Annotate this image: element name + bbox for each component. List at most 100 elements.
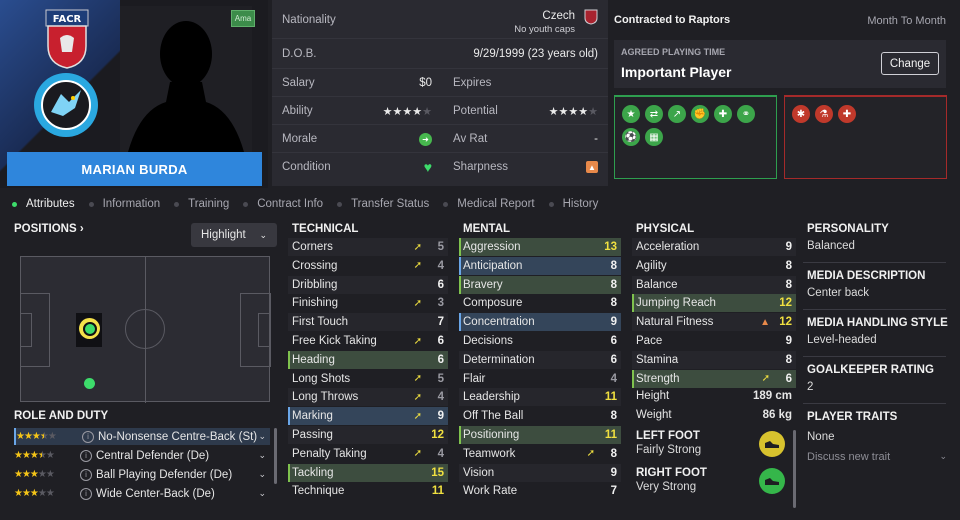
attribute-value: 9 — [610, 466, 617, 479]
right-foot-label: RIGHT FOOT — [636, 467, 707, 479]
role-row[interactable]: ★★★★★ i Central Defender (De) ⌄ — [14, 447, 270, 464]
mental-attribute-row[interactable]: Anticipation 8 — [459, 256, 621, 275]
position-secondary-dot[interactable] — [84, 378, 95, 389]
mental-attribute-row[interactable]: Off The Ball 8 — [459, 407, 621, 425]
technical-attribute-row[interactable]: First Touch 7 — [288, 313, 448, 332]
star-trait-icon[interactable]: ★ — [622, 105, 640, 123]
info-icon[interactable]: i — [80, 468, 92, 481]
nationality-value: Czech — [542, 10, 575, 22]
change-button[interactable]: Change — [881, 52, 939, 75]
tab-label: History — [562, 198, 599, 210]
attribute-name: Leadership — [463, 391, 520, 404]
info-icon[interactable]: i — [82, 430, 94, 443]
chevron-down-icon[interactable]: ⌄ — [258, 469, 266, 480]
condition-row: Condition ♥ — [272, 154, 442, 180]
highlight-dropdown[interactable]: Highlight ⌄ — [191, 223, 277, 247]
trend-trait-icon[interactable]: ↗ — [668, 105, 686, 123]
physical-attribute-row[interactable]: Agility 8 — [632, 257, 796, 275]
physical-attribute-row[interactable]: Jumping Reach 12 — [632, 294, 796, 313]
mental-attribute-row[interactable]: Bravery 8 — [459, 275, 621, 294]
technical-attribute-row[interactable]: Penalty Taking ➚ 4 — [288, 445, 448, 463]
bandage-weak-icon[interactable]: ✚ — [838, 105, 856, 123]
condition-label: Condition — [282, 161, 331, 173]
player-profile-screen: FACR Ama MARIAN BURDA Nationality Czech … — [0, 0, 960, 520]
attribute-name: Penalty Taking — [292, 447, 367, 460]
mental-attribute-row[interactable]: Concentration 9 — [459, 313, 621, 332]
discuss-trait-button[interactable]: Discuss new trait ⌄ — [807, 451, 947, 463]
info-icon[interactable]: i — [80, 487, 92, 500]
ability-row: Ability ★★★★★ — [272, 98, 442, 124]
technical-attribute-row[interactable]: Tackling 15 — [288, 463, 448, 482]
technical-attribute-row[interactable]: Corners ➚ 5 — [288, 238, 448, 256]
tab-dot — [12, 201, 17, 207]
warning-arrow-icon: ▲ — [760, 316, 770, 328]
sharpness-label: Sharpness — [453, 161, 508, 173]
scoreboard-trait-icon[interactable]: ▦ — [645, 128, 663, 146]
physical-attribute-row[interactable]: Pace 9 — [632, 332, 796, 350]
position-cb-marker[interactable] — [79, 318, 100, 339]
tab-attributes[interactable]: Attributes — [12, 198, 75, 210]
tab-training[interactable]: Training — [174, 198, 229, 210]
technical-attribute-row[interactable]: Free Kick Taking ➚ 6 — [288, 332, 448, 350]
positions-label[interactable]: POSITIONS › — [14, 223, 84, 235]
player-silhouette — [120, 6, 252, 152]
physical-attribute-row[interactable]: Stamina 8 — [632, 350, 796, 369]
technical-attribute-row[interactable]: Heading 6 — [288, 350, 448, 369]
chevron-down-icon[interactable]: ⌄ — [258, 488, 266, 499]
mental-attribute-row[interactable]: Composure 8 — [459, 294, 621, 312]
bandage-trait-icon[interactable]: ✚ — [714, 105, 732, 123]
injury-weak-icon[interactable]: ✱ — [792, 105, 810, 123]
role-stars: ★★★★★ — [14, 450, 55, 461]
boot-shape-icon — [765, 478, 779, 485]
attribute-name: Finishing — [292, 297, 339, 310]
technical-attribute-row[interactable]: Long Shots ➚ 5 — [288, 370, 448, 388]
physical-attribute-row[interactable]: Acceleration 9 — [632, 238, 796, 256]
roles-scrollbar[interactable] — [274, 428, 277, 484]
technical-attribute-row[interactable]: Marking ➚ 9 — [288, 407, 448, 426]
technical-attribute-row[interactable]: Crossing ➚ 4 — [288, 257, 448, 275]
flask-weak-icon[interactable]: ⚗ — [815, 105, 833, 123]
mental-attribute-row[interactable]: Work Rate 7 — [459, 482, 621, 500]
mental-attribute-row[interactable]: Determination 6 — [459, 350, 621, 369]
ability-stars: ★★★★★ — [382, 105, 432, 118]
tab-information[interactable]: Information — [88, 198, 160, 210]
technical-attribute-row[interactable]: Finishing ➚ 3 — [288, 294, 448, 312]
chevron-down-icon: ⌄ — [259, 229, 267, 240]
tackle-trait-icon[interactable]: ⚽ — [622, 128, 640, 146]
tab-dot — [174, 201, 180, 207]
mental-attribute-row[interactable]: Positioning 11 — [459, 426, 621, 444]
tab-medical-report[interactable]: Medical Report — [443, 198, 535, 210]
swap-trait-icon[interactable]: ⇄ — [645, 105, 663, 123]
mental-attribute-row[interactable]: Flair 4 — [459, 370, 621, 388]
info-icon[interactable]: i — [80, 449, 92, 462]
physical-attribute-row[interactable]: Natural Fitness ▲ 12 — [632, 313, 796, 332]
mental-attribute-row[interactable]: Vision 9 — [459, 463, 621, 482]
mental-attribute-row[interactable]: Aggression 13 — [459, 238, 621, 256]
attribute-name: Anticipation — [463, 259, 523, 272]
attribute-value: 5 — [437, 372, 444, 385]
technical-attribute-row[interactable]: Dribbling 6 — [288, 275, 448, 294]
tab-history[interactable]: History — [548, 198, 599, 210]
attribute-name: Passing — [292, 429, 333, 441]
role-row[interactable]: ★★★★★ i Wide Center-Back (De) ⌄ — [14, 485, 270, 502]
morale-icon[interactable]: ➜ — [419, 132, 432, 146]
chevron-down-icon[interactable]: ⌄ — [258, 431, 266, 442]
role-row[interactable]: ★★★★★ i No-Nonsense Centre-Back (St) ⌄ — [14, 428, 270, 445]
physical-scrollbar[interactable] — [793, 430, 796, 508]
tab-transfer-status[interactable]: Transfer Status — [337, 198, 429, 210]
technical-attribute-row[interactable]: Technique 11 — [288, 482, 448, 500]
mental-attribute-row[interactable]: Leadership 11 — [459, 388, 621, 407]
physical-attribute-row[interactable]: Strength ➚ 6 — [632, 369, 796, 388]
mental-attribute-row[interactable]: Decisions 6 — [459, 332, 621, 350]
physical-attribute-row[interactable]: Balance 8 — [632, 275, 796, 294]
tab-contract-info[interactable]: Contract Info — [243, 198, 323, 210]
technical-attribute-row[interactable]: Long Throws ➚ 4 — [288, 388, 448, 407]
fist-trait-icon[interactable]: ✊ — [691, 105, 709, 123]
technical-attribute-row[interactable]: Passing 12 — [288, 426, 448, 444]
gk-rating-value: 2 — [807, 381, 814, 393]
expires-row: Expires — [443, 70, 608, 96]
chevron-down-icon[interactable]: ⌄ — [258, 450, 266, 461]
shoes-trait-icon[interactable]: ⚭ — [737, 105, 755, 123]
mental-attribute-row[interactable]: Teamwork ➚ 8 — [459, 445, 621, 463]
role-row[interactable]: ★★★★★ i Ball Playing Defender (De) ⌄ — [14, 466, 270, 483]
